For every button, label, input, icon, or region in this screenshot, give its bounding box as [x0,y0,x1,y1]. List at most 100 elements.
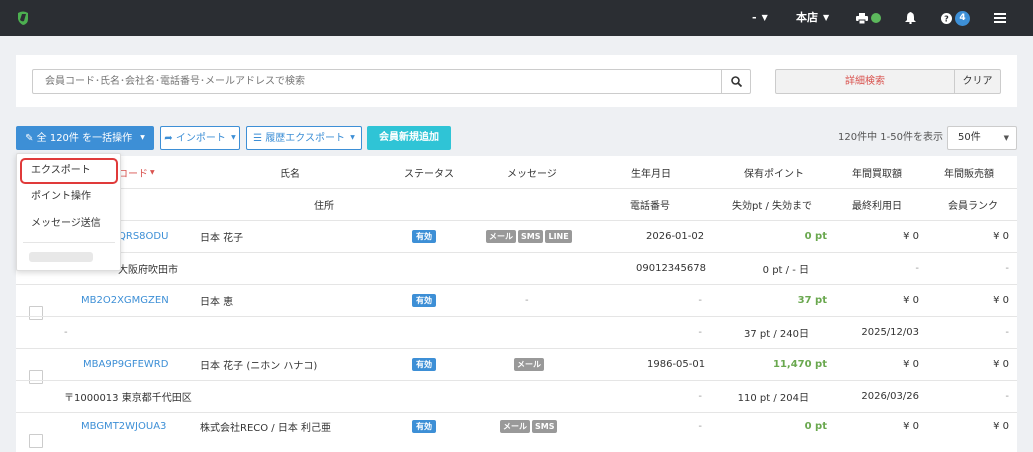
advanced-search-button[interactable]: 詳細検索 [775,69,955,94]
member-code-link[interactable]: MBGMT2WJOUA3 [81,413,166,439]
tag-sms: SMS [532,419,558,433]
search-input[interactable] [32,69,722,94]
points: 11,470 pt [772,359,827,370]
pagination-info: 120件中 1-50件を表示 [838,132,943,143]
tag-email: メール [514,358,544,371]
annual-sales: ¥ 0 [993,420,1009,432]
member-name: 日本 恵 [200,297,234,308]
table-row: QRS8ODU 日本 花子 有効 メール SMS LINE 2026-01-02 0… [16,220,1017,252]
notification-count-badge: 4 [955,10,970,26]
tag-sms: SMS [518,230,544,243]
sort-caret-icon: ▼ [150,168,155,176]
menu-item-export[interactable]: エクスポート [17,158,120,184]
column-header-phone: 電話番号 [630,201,670,212]
menu-item-point-operation[interactable]: ポイント操作 [17,184,120,210]
search-button[interactable] [721,69,751,94]
table-row-detail: - - 37 pt / 240日 2025/12/03 - [16,316,1017,348]
message-tags: - [525,295,529,306]
column-header-message: メッセージ [507,168,557,180]
member-code-link[interactable]: MBA9P9GFEWRD [83,349,168,380]
points: 0 pt [804,231,827,242]
address: 大阪府吹田市 [118,265,178,276]
chevron-down-icon: ▼ [350,134,355,141]
member-code-link[interactable]: QRS8ODU [118,221,168,252]
bulk-action-button[interactable]: ✎ 全 120件 を一括操作 ▼ [16,126,154,150]
table-header-row: 住所 電話番号 失効pt / 失効まで 最終利用日 会員ランク [16,188,1017,220]
last-used: - [915,263,919,274]
per-page-value: 50件 [958,132,981,143]
history-export-label: 履歴エクスポート [265,133,346,144]
member-name: 日本 花子 (ニホン ハナコ) [200,361,318,372]
notifications-button[interactable] [905,0,916,36]
add-member-button[interactable]: 会員新規追加 [367,126,451,150]
column-header-name: 氏名 [280,168,300,180]
rank: - [1005,263,1009,274]
import-button[interactable]: ➦ インポート ▼ [160,126,240,150]
per-page-select[interactable]: 50件 ▼ [947,126,1017,150]
column-header-address: 住所 [314,201,334,212]
table-header-row: コード ▼ 氏名 ステータス メッセージ 生年月日 保有ポイント 年間買取額 年間… [16,156,1017,188]
annual-sales: ¥ 0 [993,231,1009,242]
status-badge: 有効 [412,294,436,307]
help-icon: ? [941,12,952,24]
expiry: 37 pt / 240日 [744,329,809,340]
column-header-birthday: 生年月日 [631,168,671,180]
menu-item-blurred[interactable] [29,252,93,262]
address: 〒1000013 東京都千代田区 [64,393,192,404]
chevron-down-icon: ▼ [1003,134,1009,142]
message-tags: メール [514,349,546,380]
column-header-rank: 会員ランク [948,201,998,212]
clear-button[interactable]: クリア [954,69,1001,94]
row-checkbox[interactable] [29,434,43,448]
annual-purchase: ¥ 0 [903,231,919,242]
status-badge-cell: 有効 [412,221,436,252]
column-header-last-used: 最終利用日 [852,201,902,212]
user-menu[interactable]: - ▼ [752,0,768,36]
column-header-expiry: 失効pt / 失効まで [732,201,812,212]
printer-status-dot [871,13,881,23]
tag-email: メール [486,230,516,243]
birthday: 2026-01-02 [646,231,705,242]
column-header-annual-sales: 年間販売額 [944,168,994,180]
column-header-annual-purchase: 年間買取額 [852,168,902,180]
status-badge-cell: 有効 [412,413,436,439]
printer-status[interactable] [856,0,881,36]
store-selector[interactable]: 本店 ▼ [796,0,829,36]
app-logo-icon[interactable] [15,10,31,26]
rank: - [1005,327,1009,338]
phone: 09012345678 [636,263,706,274]
hamburger-menu[interactable] [994,0,1006,36]
table-row: MB2O2XGMGZEN 日本 恵 有効 - - 37 pt ¥ 0 ¥ 0 [16,284,1017,320]
chevron-down-icon: ▼ [823,13,830,22]
menu-icon [994,13,1006,23]
expiry: 110 pt / 204日 [737,393,809,404]
column-header-points: 保有ポイント [744,168,804,180]
table-row: MBA9P9GFEWRD 日本 花子 (ニホン ハナコ) 有効 メール 1986… [16,348,1017,384]
tag-line: LINE [545,230,572,243]
column-header-code-label: コード [118,168,148,180]
rank: - [1005,391,1009,402]
birthday: 1986-05-01 [647,359,706,370]
help-button[interactable]: ? 4 [941,0,970,36]
menu-item-send-message[interactable]: メッセージ送信 [17,211,120,237]
message-tags: メール SMS LINE [486,221,574,252]
member-code-link[interactable]: MB2O2XGMGZEN [81,285,169,316]
svg-text:?: ? [944,14,949,23]
column-header-code[interactable]: コード ▼ [118,156,155,188]
top-navbar: - ▼ 本店 ▼ ? 4 [0,0,1033,36]
address: - [64,327,68,338]
user-label: - [752,11,757,24]
chevron-down-icon: ▼ [140,134,145,141]
share-arrow-icon: ➦ [164,133,173,144]
history-export-button[interactable]: ☰ 履歴エクスポート ▼ [246,126,362,150]
annual-sales: ¥ 0 [993,359,1009,370]
points: 0 pt [804,420,827,432]
annual-purchase: ¥ 0 [903,359,919,370]
search-panel: 詳細検索 クリア [16,55,1017,107]
points: 37 pt [797,295,827,306]
table-row-detail: 〒1000013 東京都千代田区 - 110 pt / 204日 2026/03… [16,380,1017,412]
import-label: インポート [175,133,226,144]
members-table: コード ▼ 氏名 ステータス メッセージ 生年月日 保有ポイント 年間買取額 年間… [16,156,1017,452]
member-name: 日本 花子 [200,233,244,244]
table-row: MBGMT2WJOUA3 株式会社RECO / 日本 利己亜 有効 メール SMS… [16,412,1017,452]
